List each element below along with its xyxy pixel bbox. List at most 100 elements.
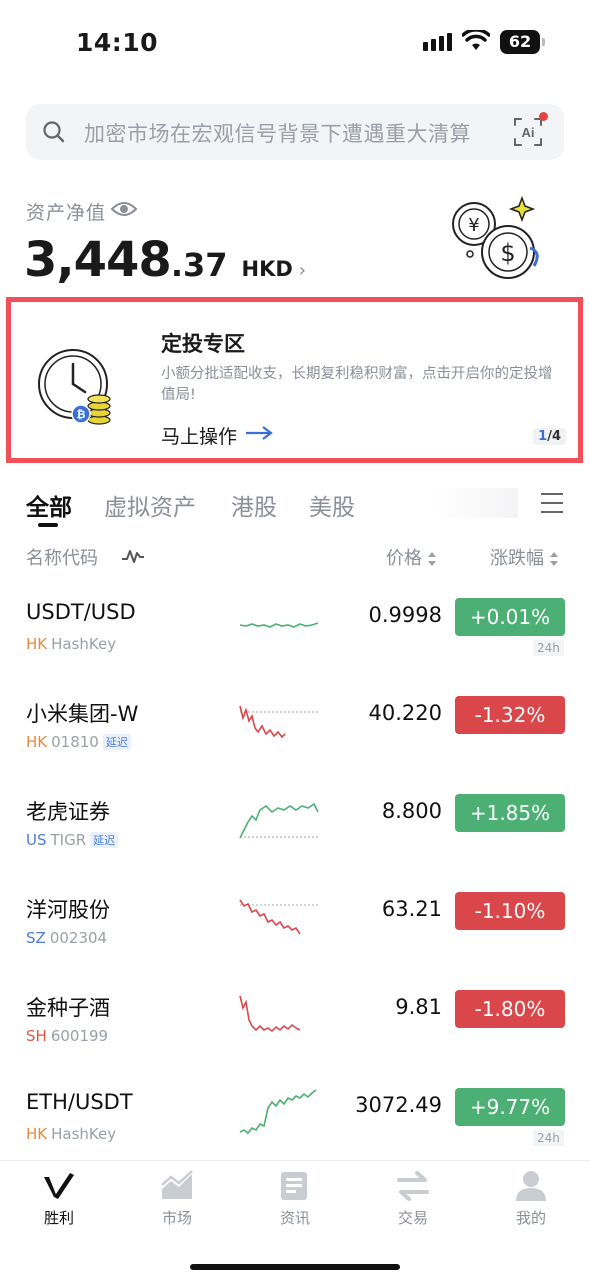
wifi-icon [462, 30, 490, 50]
clock-coins-illustration-icon: ₿ [38, 349, 111, 425]
nav-label: 交易 [397, 1209, 428, 1227]
sparkline-chart [239, 622, 319, 628]
search-bar[interactable]: 加密市场在宏观信号背景下遭遇重大清算 Ai [26, 104, 564, 160]
asset-currency: HKD [241, 257, 293, 281]
search-icon [43, 121, 65, 143]
row-symbol: 洋河股份 [26, 898, 110, 922]
home-indicator[interactable] [190, 1264, 400, 1270]
row-change-badge[interactable]: +0.01% [455, 598, 565, 636]
row-change-badge[interactable]: +9.77% [455, 1088, 565, 1126]
row-market: SZ [26, 929, 46, 947]
nav-item-market[interactable]: 市场 [132, 1169, 222, 1228]
row-market: SH [26, 1027, 47, 1045]
promo-title: 定投专区 [161, 332, 245, 356]
tab-all[interactable]: 全部 [26, 488, 72, 522]
tab-us-stocks[interactable]: 美股 [309, 488, 355, 522]
sparkline-chart [239, 995, 301, 1033]
row-price: 8.800 [381, 799, 442, 823]
cellular-signal-icon [423, 33, 452, 51]
row-market: HK [26, 1125, 48, 1143]
row-change-badge[interactable]: -1.32% [455, 696, 565, 734]
promo-card[interactable]: ₿ 定投专区 小额分批适配收支，长期复利稳积财富，点击开启你的定投增值局! 马上… [6, 297, 583, 463]
battery-icon: 62 [500, 30, 545, 54]
nav-label: 资讯 [279, 1209, 310, 1227]
row-subinfo: HK HashKey [26, 1125, 116, 1143]
row-price: 9.81 [395, 995, 442, 1019]
row-subinfo: HK 01810 延迟 [26, 733, 131, 751]
row-symbol: 小米集团-W [26, 702, 139, 726]
row-market: HK [26, 733, 48, 751]
table-row[interactable]: 老虎证券 US TIGR 延迟 8.800 +1.85% [0, 794, 590, 892]
svg-text:$: $ [500, 239, 515, 267]
tab-virtual-assets[interactable]: 虚拟资产 [104, 488, 196, 522]
menu-icon[interactable] [540, 492, 564, 514]
sparkline-chart [239, 802, 319, 839]
row-market: HK [26, 635, 48, 653]
arrow-right-icon[interactable] [244, 425, 274, 441]
row-code: HashKey [51, 635, 117, 653]
row-change-badge[interactable]: -1.10% [455, 892, 565, 930]
ai-icon-label: Ai [522, 125, 535, 140]
header-price: 价格 [386, 548, 422, 569]
row-symbol: USDT/USD [26, 600, 136, 624]
tab-hk-stocks[interactable]: 港股 [231, 488, 277, 522]
tab-active-indicator [38, 523, 58, 527]
row-subinfo: US TIGR 延迟 [26, 831, 119, 849]
sparkline-toggle-icon[interactable] [121, 546, 145, 564]
table-row[interactable]: 金种子酒 SH 600199 9.81 -1.80% [0, 990, 590, 1088]
row-subinfo: SH 600199 [26, 1027, 108, 1045]
promo-description: 小额分批适配收支，长期复利稳积财富，点击开启你的定投增值局! [161, 366, 553, 403]
tab-scroll-fade [430, 488, 518, 518]
row-24h-badge: 24h [533, 640, 564, 656]
profile-icon [516, 1171, 546, 1201]
header-price-sort[interactable]: 价格 [386, 544, 437, 570]
row-price: 0.9998 [368, 603, 442, 627]
sparkline-chart [239, 899, 318, 935]
asset-value[interactable]: 3,448 .37 HKD › [24, 232, 306, 288]
svg-text:¥: ¥ [468, 215, 479, 236]
nav-item-victory[interactable]: 胜利 [14, 1169, 104, 1228]
table-row[interactable]: USDT/USD HK HashKey 0.9998 +0.01% 24h [0, 598, 590, 696]
nav-item-profile[interactable]: 我的 [486, 1169, 576, 1228]
nav-item-news[interactable]: 资讯 [250, 1169, 340, 1228]
promo-page-total: /4 [547, 429, 561, 444]
coins-illustration-icon: ¥ $ [452, 195, 539, 279]
row-change-badge[interactable]: -1.80% [455, 990, 565, 1028]
header-change-sort[interactable]: 涨跌幅 [490, 544, 559, 570]
row-code: TIGR [50, 831, 87, 849]
row-symbol: 老虎证券 [26, 800, 110, 824]
asset-label: 资产净值 [26, 202, 107, 224]
notification-dot [539, 112, 548, 121]
nav-label: 胜利 [43, 1209, 74, 1227]
row-market: US [26, 831, 47, 849]
eye-icon[interactable] [110, 199, 138, 219]
status-bar: 14:10 62 [0, 0, 590, 90]
nav-item-trade[interactable]: 交易 [368, 1169, 458, 1228]
news-icon [281, 1172, 307, 1200]
sort-icon [550, 552, 558, 566]
promo-pagination: 1/4 [533, 428, 566, 445]
row-price: 3072.49 [355, 1093, 442, 1117]
search-input[interactable]: 加密市场在宏观信号背景下遭遇重大清算 [84, 118, 471, 148]
status-time: 14:10 [76, 28, 159, 57]
nav-label: 我的 [515, 1209, 546, 1227]
ai-assistant-button[interactable]: Ai [512, 112, 548, 149]
chevron-right-icon: › [298, 260, 306, 281]
promo-action-link[interactable]: 马上操作 [161, 422, 237, 449]
header-name: 名称代码 [26, 548, 98, 569]
row-symbol: ETH/USDT [26, 1090, 133, 1114]
asset-value-decimal: .37 [170, 246, 228, 284]
row-24h-badge: 24h [533, 1130, 564, 1146]
trade-arrows-icon [397, 1171, 429, 1201]
table-row[interactable]: 洋河股份 SZ 002304 63.21 -1.10% [0, 892, 590, 990]
header-change: 涨跌幅 [490, 548, 544, 569]
delay-badge: 延迟 [102, 734, 131, 750]
bottom-nav: 胜利 市场 资讯 交易 我的 [0, 1160, 590, 1280]
row-subinfo: SZ 002304 [26, 929, 107, 947]
sparkline-chart [239, 705, 318, 739]
row-change-badge[interactable]: +1.85% [455, 794, 565, 832]
row-code: HashKey [51, 1125, 117, 1143]
row-price: 63.21 [381, 897, 442, 921]
market-chart-icon [161, 1170, 193, 1199]
table-row[interactable]: 小米集团-W HK 01810 延迟 40.220 -1.32% [0, 696, 590, 794]
